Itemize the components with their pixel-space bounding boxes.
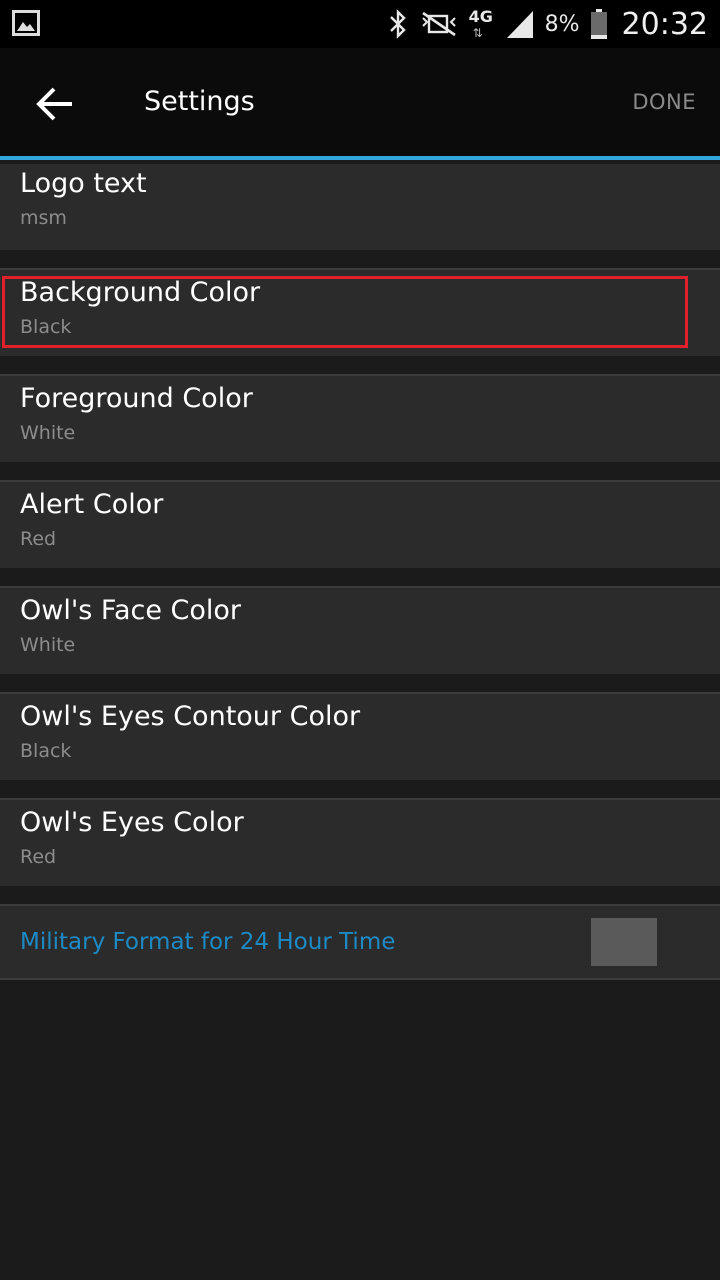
divider	[0, 568, 720, 588]
setting-owl-eyes-color[interactable]: Owl's Eyes Color Red	[0, 800, 720, 886]
divider	[0, 462, 720, 482]
setting-value: Red	[20, 528, 57, 550]
setting-value: msm	[20, 207, 67, 229]
page-title: Settings	[144, 86, 255, 117]
setting-military-format: Military Format for 24 Hour Time	[0, 906, 720, 980]
setting-title: Owl's Face Color	[20, 595, 242, 626]
network-type-label: 4G	[468, 7, 493, 26]
setting-owl-eyes-contour-color[interactable]: Owl's Eyes Contour Color Black	[0, 694, 720, 780]
setting-value: Black	[20, 740, 72, 762]
setting-title: Owl's Eyes Contour Color	[20, 701, 361, 732]
gallery-icon	[12, 10, 40, 36]
divider	[0, 356, 720, 376]
signal-icon	[506, 11, 533, 38]
data-activity-icon: ⇅	[472, 26, 483, 40]
divider	[0, 674, 720, 694]
back-button[interactable]	[34, 84, 78, 124]
setting-value: Black	[20, 316, 72, 338]
status-bar: 4G ⇅ 8% 20:32	[0, 0, 720, 48]
divider	[0, 250, 720, 270]
divider	[0, 780, 720, 800]
setting-title: Foreground Color	[20, 383, 253, 414]
setting-title: Owl's Eyes Color	[20, 807, 244, 838]
done-button[interactable]: DONE	[632, 90, 696, 114]
network-type: 4G ⇅	[469, 4, 495, 44]
setting-value: White	[20, 422, 76, 444]
setting-title: Alert Color	[20, 489, 164, 520]
action-bar: Settings DONE	[0, 48, 720, 160]
setting-background-color[interactable]: Background Color Black	[0, 270, 720, 356]
clock: 20:32	[621, 6, 708, 42]
military-format-label[interactable]: Military Format for 24 Hour Time	[20, 929, 395, 955]
setting-owl-face-color[interactable]: Owl's Face Color White	[0, 588, 720, 674]
setting-title: Logo text	[20, 168, 147, 199]
divider	[0, 886, 720, 906]
setting-foreground-color[interactable]: Foreground Color White	[0, 376, 720, 462]
setting-title: Background Color	[20, 277, 261, 308]
settings-list: Logo text msm Background Color Black For…	[0, 164, 720, 980]
bluetooth-icon	[389, 9, 406, 39]
setting-logo-text[interactable]: Logo text msm	[0, 164, 720, 250]
military-format-toggle[interactable]	[591, 918, 657, 966]
battery-icon	[590, 9, 607, 39]
back-arrow-icon	[36, 87, 72, 121]
battery-percent: 8%	[544, 11, 580, 37]
setting-alert-color[interactable]: Alert Color Red	[0, 482, 720, 568]
mute-icon	[421, 11, 456, 37]
setting-value: Red	[20, 846, 57, 868]
setting-value: White	[20, 634, 76, 656]
